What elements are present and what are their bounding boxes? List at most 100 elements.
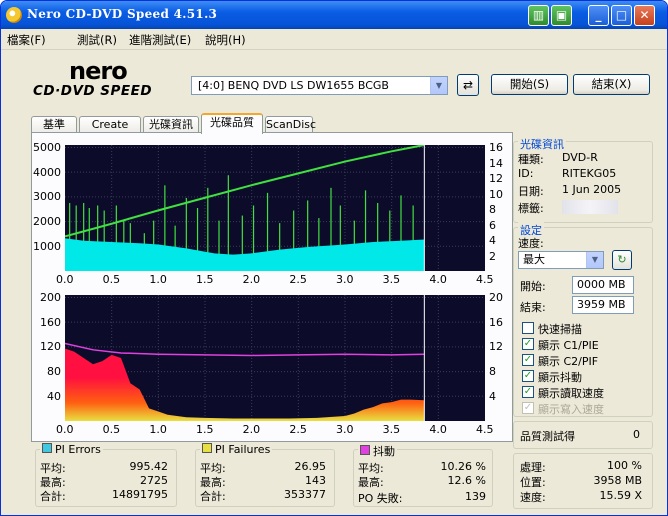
quality-score-label: 品質測試得: [520, 430, 575, 443]
minimize-button[interactable]: _: [588, 5, 609, 26]
checkbox-2[interactable]: ✓: [522, 354, 534, 366]
start-input[interactable]: 0000 MB: [572, 276, 634, 294]
disc-info-header: 光碟資訊: [518, 136, 566, 152]
checkbox-5: ✓: [522, 402, 534, 414]
y-left-tick-label: 80: [47, 365, 61, 379]
y-right-tick-label: 4: [489, 234, 496, 248]
y-right-tick-label: 16: [489, 315, 503, 329]
y-right-tick-label: 20: [489, 291, 503, 304]
position-value: 3958 MB: [593, 474, 642, 487]
end-button[interactable]: 結束(X): [573, 74, 650, 95]
x-tick-label: 4.5: [476, 423, 494, 436]
jitter-max-label: 最高:: [358, 476, 384, 489]
logo-brand: nero: [69, 57, 128, 85]
settings-group: 設定 速度: 最大 ▼ ↻ 開始: 0000 MB 結束: 3959 MB 快速…: [513, 222, 653, 417]
pi-failures-swatch: [202, 443, 212, 453]
menu-help[interactable]: 說明(H): [205, 32, 246, 48]
pi-failures-total: 353377: [284, 488, 326, 501]
read-speed-line: [64, 144, 425, 238]
x-tick-label: 0.0: [56, 273, 74, 286]
y-left-tick-label: 4000: [33, 165, 61, 179]
save-icon[interactable]: ▣: [551, 5, 572, 26]
menu-file[interactable]: 檔案(F): [7, 32, 46, 48]
pi-errors-plot: [64, 144, 485, 271]
pi-failures-chart: [64, 295, 485, 421]
drive-select[interactable]: [4:0] BENQ DVD LS DW1655 BCGB ▼: [191, 76, 448, 95]
checkbox-label-5: 顯示寫入速度: [538, 403, 604, 416]
drive-select-value: [4:0] BENQ DVD LS DW1655 BCGB: [198, 79, 389, 92]
x-tick-label: 2.0: [242, 273, 261, 286]
tab-disc-quality[interactable]: 光碟品質: [201, 113, 263, 134]
tab-scandisc[interactable]: ScanDisc: [265, 116, 316, 133]
speed-select[interactable]: 最大 ▼: [518, 251, 604, 269]
y-right-tick-label: 8: [489, 365, 496, 379]
y-left-tick-label: 1000: [33, 239, 61, 253]
checkbox-0[interactable]: [522, 322, 534, 334]
x-tick-label: 0.0: [56, 423, 74, 436]
chevron-down-icon[interactable]: ▼: [430, 77, 447, 94]
refresh-speed-icon[interactable]: ↻: [612, 250, 632, 270]
pi-errors-max: 2725: [140, 474, 168, 487]
position-label: 位置:: [520, 476, 546, 489]
pi-failures-plot: [64, 295, 485, 421]
jitter-group: 抖動 平均: 10.26 % 最高: 12.6 % PO 失敗: 139: [353, 443, 493, 507]
x-tick-label: 1.0: [149, 273, 167, 286]
po-fail-label: PO 失敗:: [358, 492, 403, 505]
x-tick-label: 1.0: [149, 423, 167, 436]
x-tick-label: 1.5: [196, 423, 214, 436]
x-tick-label: 1.5: [196, 273, 214, 286]
start-button[interactable]: 開始(S): [491, 74, 568, 95]
y-left-tick-label: 120: [40, 340, 61, 354]
chevron-down-icon[interactable]: ▼: [586, 252, 603, 268]
y-left-tick-label: 160: [40, 315, 61, 329]
checkbox-3[interactable]: ✓: [522, 370, 534, 382]
progress-group: 處理: 100 % 位置: 3958 MB 速度: 15.59 X: [513, 453, 653, 509]
y-right-tick-label: 6: [489, 218, 496, 232]
disc-label-label: 標籤:: [518, 202, 544, 215]
tab-create-disc[interactable]: Create Disc: [79, 116, 141, 146]
disc-type-label: 種類:: [518, 153, 544, 166]
end-label: 結束:: [520, 301, 546, 314]
checkbox-1[interactable]: ✓: [522, 338, 534, 350]
y-left-tick-label: 2000: [33, 215, 61, 229]
start-label: 開始:: [520, 280, 546, 293]
maximize-button[interactable]: □: [611, 5, 632, 26]
jitter-title: 抖動: [373, 445, 395, 458]
pi-errors-group: PI Errors 平均: 995.42 最高: 2725 合計: 148917…: [35, 443, 177, 507]
end-input[interactable]: 3959 MB: [572, 296, 634, 314]
menu-test[interactable]: 測試(R): [77, 32, 117, 48]
disc-date-label: 日期:: [518, 185, 544, 198]
pi-errors-total-label: 合計:: [40, 490, 66, 503]
tab-disc-info[interactable]: 光碟資訊: [143, 116, 199, 133]
x-tick-label: 4.0: [429, 273, 447, 286]
read-speed-value: 15.59 X: [599, 489, 642, 502]
pi-failures-max: 143: [305, 474, 326, 487]
tab-benchmark[interactable]: 基準: [31, 116, 77, 133]
pi-errors-avg: 995.42: [129, 460, 169, 473]
pi-errors-title: PI Errors: [55, 443, 101, 456]
y-left-tick-label: 3000: [33, 190, 61, 204]
disc-type-value: DVD-R: [562, 151, 598, 164]
x-tick-label: 2.5: [289, 273, 307, 286]
checkbox-4[interactable]: ✓: [522, 386, 534, 398]
pi-errors-area: [65, 238, 425, 271]
pi-failures-title: PI Failures: [215, 443, 271, 456]
read-speed-label: 速度:: [520, 491, 546, 504]
close-button[interactable]: ✕: [634, 5, 655, 26]
jitter-avg: 10.26 %: [440, 460, 486, 473]
y-right-tick-label: 14: [489, 156, 503, 170]
checkbox-label-1: 顯示 C1/PIE: [538, 339, 599, 352]
jitter-swatch: [360, 445, 370, 455]
menu-bar: 檔案(F) 測試(R) 進階測試(E) 說明(H): [1, 29, 667, 50]
y-right-tick-label: 12: [489, 172, 503, 186]
title-bar[interactable]: Nero CD-DVD Speed 4.51.3 ▥ ▣ _ □ ✕: [1, 1, 667, 29]
refresh-drive-icon[interactable]: ⇄: [457, 74, 479, 96]
main-window: Nero CD-DVD Speed 4.51.3 ▥ ▣ _ □ ✕ 檔案(F)…: [0, 0, 668, 516]
y-left-tick-label: 200: [40, 291, 61, 304]
y-left-tick-label: 5000: [33, 141, 61, 154]
menu-advanced[interactable]: 進階測試(E): [129, 32, 191, 48]
nero-logo: nero CD·DVD SPEED: [25, 57, 185, 101]
info-icon[interactable]: ▥: [528, 5, 549, 26]
x-tick-label: 0.5: [102, 423, 121, 436]
disc-info-group: 光碟資訊 種類: DVD-R ID: RITEKG05 日期: 1 Jun 20…: [513, 136, 653, 223]
